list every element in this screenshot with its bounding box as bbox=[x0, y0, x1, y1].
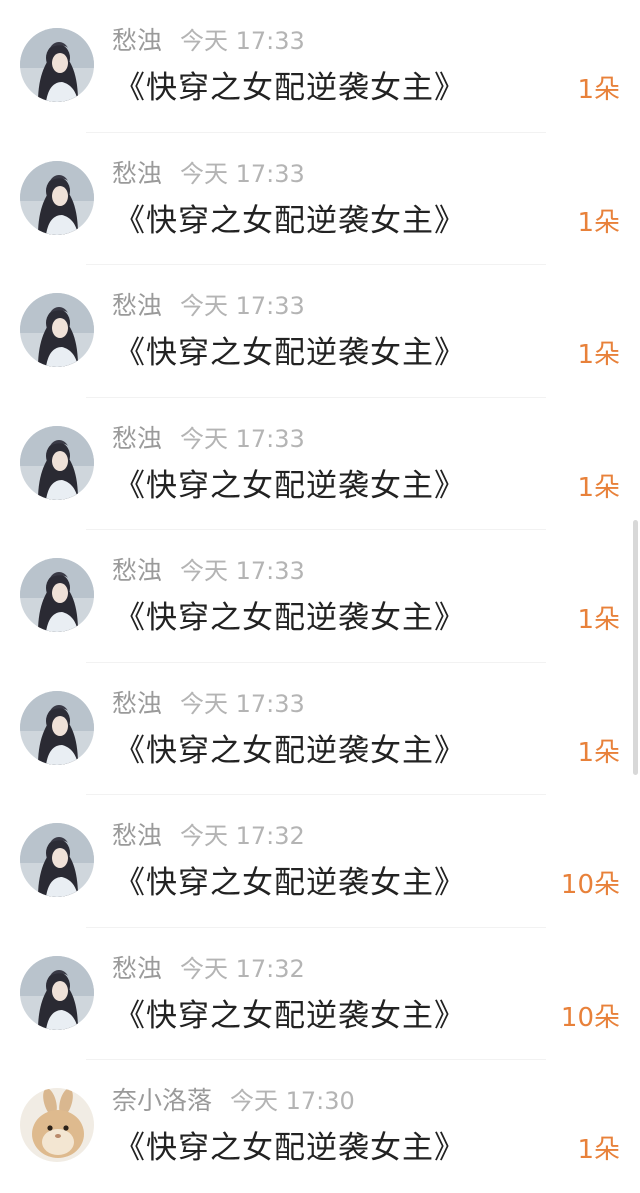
record-meta: 愁浊 今天 17:33 bbox=[112, 422, 305, 456]
avatar[interactable] bbox=[20, 558, 94, 632]
book-title[interactable]: 《快穿之女配逆袭女主》 bbox=[114, 1126, 466, 1170]
book-title[interactable]: 《快穿之女配逆袭女主》 bbox=[114, 199, 466, 243]
record-meta: 愁浊 今天 17:33 bbox=[112, 289, 305, 323]
list-item[interactable]: 奈小洛落 今天 17:30 《快穿之女配逆袭女主》 1朵 bbox=[0, 1060, 640, 1193]
record-meta: 愁浊 今天 17:33 bbox=[112, 24, 305, 58]
avatar[interactable] bbox=[20, 955, 94, 1030]
record-meta: 愁浊 今天 17:33 bbox=[112, 687, 305, 721]
timestamp: 今天 17:32 bbox=[180, 954, 305, 983]
record-meta: 奈小洛落 今天 17:30 bbox=[112, 1084, 355, 1118]
list-item[interactable]: 愁浊 今天 17:32 《快穿之女配逆袭女主》 10朵 bbox=[0, 928, 640, 1060]
record-meta: 愁浊 今天 17:33 bbox=[112, 554, 305, 588]
avatar[interactable] bbox=[20, 425, 94, 500]
list-item[interactable]: 愁浊 今天 17:33 《快穿之女配逆袭女主》 1朵 bbox=[0, 530, 640, 663]
book-title[interactable]: 《快穿之女配逆袭女主》 bbox=[114, 729, 466, 773]
gift-record-list: 愁浊 今天 17:33 《快穿之女配逆袭女主》 1朵 愁浊 今天 17:33 《快穿… bbox=[0, 0, 640, 1193]
avatar[interactable] bbox=[20, 1088, 94, 1162]
record-meta: 愁浊 今天 17:33 bbox=[112, 157, 305, 191]
timestamp: 今天 17:32 bbox=[180, 822, 305, 850]
girl-avatar-icon bbox=[20, 823, 94, 897]
user-name[interactable]: 愁浊 bbox=[112, 159, 162, 188]
list-item[interactable]: 愁浊 今天 17:33 《快穿之女配逆袭女主》 1朵 bbox=[0, 0, 640, 133]
gift-count: 10朵 bbox=[560, 1002, 620, 1033]
timestamp: 今天 17:33 bbox=[180, 424, 305, 453]
girl-avatar-icon bbox=[20, 425, 94, 500]
timestamp: 今天 17:33 bbox=[180, 27, 305, 55]
gift-count: 1朵 bbox=[577, 737, 620, 768]
gift-count: 1朵 bbox=[577, 340, 620, 370]
list-item[interactable]: 愁浊 今天 17:33 《快穿之女配逆袭女主》 1朵 bbox=[0, 265, 640, 398]
girl-avatar-icon bbox=[20, 160, 94, 235]
list-item[interactable]: 愁浊 今天 17:33 《快穿之女配逆袭女主》 1朵 bbox=[0, 133, 640, 265]
girl-avatar-icon bbox=[20, 690, 94, 765]
gift-count: 1朵 bbox=[577, 472, 620, 503]
timestamp: 今天 17:30 bbox=[230, 1087, 355, 1115]
book-title[interactable]: 《快穿之女配逆袭女主》 bbox=[114, 596, 466, 640]
book-title[interactable]: 《快穿之女配逆袭女主》 bbox=[114, 994, 466, 1038]
list-item[interactable]: 愁浊 今天 17:32 《快穿之女配逆袭女主》 10朵 bbox=[0, 795, 640, 928]
timestamp: 今天 17:33 bbox=[180, 292, 305, 320]
avatar[interactable] bbox=[20, 293, 94, 367]
timestamp: 今天 17:33 bbox=[180, 689, 305, 718]
list-item[interactable]: 愁浊 今天 17:33 《快穿之女配逆袭女主》 1朵 bbox=[0, 398, 640, 530]
book-title[interactable]: 《快穿之女配逆袭女主》 bbox=[114, 66, 466, 110]
gift-count: 1朵 bbox=[577, 1135, 620, 1165]
book-title[interactable]: 《快穿之女配逆袭女主》 bbox=[114, 464, 466, 508]
user-name[interactable]: 愁浊 bbox=[112, 556, 162, 585]
girl-avatar-icon bbox=[20, 558, 94, 632]
girl-avatar-icon bbox=[20, 293, 94, 367]
avatar[interactable] bbox=[20, 823, 94, 897]
avatar[interactable] bbox=[20, 160, 94, 235]
timestamp: 今天 17:33 bbox=[180, 159, 305, 188]
gift-count: 10朵 bbox=[560, 870, 620, 900]
record-meta: 愁浊 今天 17:32 bbox=[112, 952, 305, 986]
gift-count: 1朵 bbox=[577, 605, 620, 635]
scrollbar[interactable] bbox=[633, 520, 638, 775]
user-name[interactable]: 愁浊 bbox=[112, 424, 162, 453]
list-item[interactable]: 愁浊 今天 17:33 《快穿之女配逆袭女主》 1朵 bbox=[0, 663, 640, 795]
girl-avatar-icon bbox=[20, 955, 94, 1030]
timestamp: 今天 17:33 bbox=[180, 557, 305, 585]
book-title[interactable]: 《快穿之女配逆袭女主》 bbox=[114, 331, 466, 375]
user-name[interactable]: 愁浊 bbox=[112, 26, 162, 55]
avatar[interactable] bbox=[20, 690, 94, 765]
user-name[interactable]: 愁浊 bbox=[112, 821, 162, 850]
record-meta: 愁浊 今天 17:32 bbox=[112, 819, 305, 853]
gift-count: 1朵 bbox=[577, 207, 620, 238]
girl-avatar-icon bbox=[20, 28, 94, 102]
user-name[interactable]: 愁浊 bbox=[112, 291, 162, 320]
bunny-avatar-icon bbox=[20, 1088, 94, 1162]
gift-count: 1朵 bbox=[577, 75, 620, 105]
user-name[interactable]: 奈小洛落 bbox=[112, 1086, 212, 1115]
avatar[interactable] bbox=[20, 28, 94, 102]
user-name[interactable]: 愁浊 bbox=[112, 954, 162, 983]
user-name[interactable]: 愁浊 bbox=[112, 689, 162, 718]
book-title[interactable]: 《快穿之女配逆袭女主》 bbox=[114, 861, 466, 905]
